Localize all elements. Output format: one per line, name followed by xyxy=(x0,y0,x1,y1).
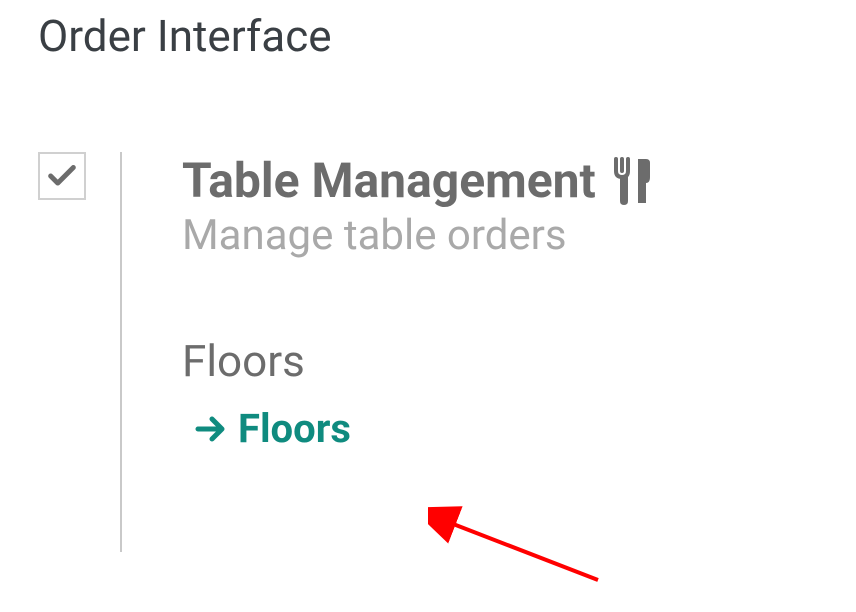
subsection-title: Floors xyxy=(182,335,856,387)
setting-row: Table Management Manage table orders Flo… xyxy=(38,152,856,552)
floors-subsection: Floors Floors xyxy=(182,335,856,452)
check-icon xyxy=(45,159,79,193)
setting-content: Table Management Manage table orders Flo… xyxy=(182,152,856,452)
table-management-checkbox[interactable] xyxy=(38,152,86,200)
setting-title-row: Table Management xyxy=(182,152,856,209)
section-title: Order Interface xyxy=(38,10,856,62)
cutlery-icon xyxy=(610,157,654,205)
arrow-right-icon xyxy=(194,414,228,444)
setting-title: Table Management xyxy=(182,152,596,209)
setting-subtitle: Manage table orders xyxy=(182,211,856,260)
vertical-divider xyxy=(120,152,122,552)
floors-link-label: Floors xyxy=(238,405,351,452)
floors-link[interactable]: Floors xyxy=(194,405,856,452)
